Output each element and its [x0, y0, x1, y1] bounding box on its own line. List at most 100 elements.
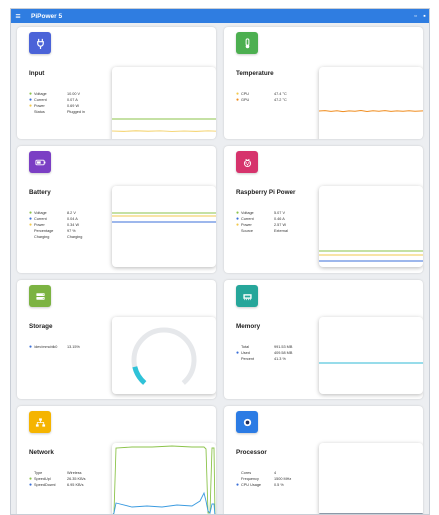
stat-label: Current [241, 217, 254, 221]
stat-label: Type [34, 471, 43, 475]
stat-value: 0.04 A [67, 217, 78, 221]
power-line [112, 130, 216, 132]
stat-label: Status [34, 110, 45, 114]
stat-value: Charging [67, 235, 83, 239]
gauge-track [131, 327, 197, 385]
input-stats: ● Voltage 10.00 V ● Current 0.07 A ● Pow… [29, 91, 107, 115]
stat-value: 1500 MHz [274, 477, 292, 481]
stat-value: 4 [274, 471, 277, 475]
memory-row-percent: Percent 41.3 % [236, 356, 314, 362]
memory-stats: Total 991.53 MB ● Used 409.58 MB Percent… [236, 344, 314, 362]
stat-value: 0.46 A [274, 217, 285, 221]
raspberry-icon [236, 151, 258, 173]
rpi-power-graph [319, 186, 423, 267]
app-title: PiPower 5 [31, 12, 63, 20]
stat-value: 991.53 MB [274, 345, 293, 349]
stat-label: Power [241, 223, 252, 227]
stat-label: Frequency [241, 477, 259, 481]
title-bar: ≡ PiPower 5 ▫ ▪ [11, 9, 429, 23]
battery-graph [112, 186, 216, 267]
stat-label: SpeedDownl [34, 483, 56, 487]
stat-value: 6.95 KB/s [67, 483, 84, 487]
input-title: Input [29, 70, 45, 77]
window-close-icon[interactable]: ▪ [420, 9, 429, 23]
gpu-temp-line [319, 109, 423, 113]
processor-card: Processor Cores 4 Frequency 1500 MHz ● C… [224, 406, 423, 514]
stat-value: 26.35 KB/s [67, 477, 86, 481]
network-card: Network Type Wireless ● SpeedUpl 26.35 K… [17, 406, 216, 514]
battery-row-charging: Charging Charging [29, 234, 107, 240]
download-line [112, 491, 216, 514]
temperature-row-gpu: ● GPU 47.2 °C [236, 97, 314, 103]
stat-label: Used [241, 351, 250, 355]
input-card: Input ● Voltage 10.00 V ● Current 0.07 A… [17, 27, 216, 139]
rpi-row-source: Source External [236, 228, 314, 234]
stat-label: Voltage [34, 211, 47, 215]
stat-value: 409.58 MB [274, 351, 293, 355]
stat-label: Percent [241, 357, 255, 361]
stat-value: 47.2 °C [274, 98, 287, 102]
menu-icon[interactable]: ≡ [11, 9, 25, 23]
memory-graph [319, 317, 423, 394]
stat-value: 0.07 A [67, 98, 78, 102]
memory-card: Memory Total 991.53 MB ● Used 409.58 MB … [224, 280, 423, 399]
processor-graph [319, 443, 423, 514]
stat-label: Cores [241, 471, 252, 475]
storage-row-mmcblk0: ● /dev/mmcblk0 13.15% [29, 344, 107, 350]
stat-value: 41.3 % [274, 357, 286, 361]
temperature-card: Temperature ● CPU 47.4 °C ● GPU 47.2 °C [224, 27, 423, 139]
stat-value: 8.2 V [67, 211, 76, 215]
storage-gauge [112, 317, 216, 394]
network-graph [112, 443, 216, 514]
storage-stats: ● /dev/mmcblk0 13.15% [29, 344, 107, 350]
stat-label: Current [34, 217, 47, 221]
stat-label: CPU [241, 92, 250, 96]
processor-stats: Cores 4 Frequency 1500 MHz ● CPU Usage 0… [236, 470, 314, 488]
processor-row-usage: ● CPU Usage 0.5 % [236, 482, 314, 488]
input-row-status: Status Plugged in [29, 109, 107, 115]
cpu-icon [236, 411, 258, 433]
storage-card: Storage ● /dev/mmcblk0 13.15% [17, 280, 216, 399]
temperature-stats: ● CPU 47.4 °C ● GPU 47.2 °C [236, 91, 314, 103]
network-title: Network [29, 449, 54, 456]
rpi-power-stats: ● Voltage 5.07 V ● Current 0.46 A ● Powe… [236, 210, 314, 234]
stat-label: /dev/mmcblk0 [34, 345, 58, 349]
stat-value: External [274, 229, 288, 233]
temperature-title: Temperature [236, 70, 274, 77]
stat-value: 0.34 W [67, 223, 80, 227]
stat-label: Voltage [34, 92, 47, 96]
stat-label: GPU [241, 98, 250, 102]
thermometer-icon [236, 32, 258, 54]
stat-value: Wireless [67, 471, 82, 475]
network-stats: Type Wireless ● SpeedUpl 26.35 KB/s ● Sp… [29, 470, 107, 488]
stat-value: 10.00 V [67, 92, 81, 96]
stat-label: Power [34, 104, 45, 108]
stat-label: CPU Usage [241, 483, 262, 487]
rpi-power-title: Raspberry Pi Power [236, 189, 296, 196]
plug-icon [29, 32, 51, 54]
stat-label: Current [34, 98, 47, 102]
stat-label: Source [241, 229, 254, 233]
temperature-graph [319, 67, 423, 139]
stat-label: Voltage [241, 211, 254, 215]
storage-icon [29, 285, 51, 307]
stat-value: 2.57 W [274, 223, 287, 227]
processor-title: Processor [236, 449, 267, 456]
input-graph [112, 67, 216, 139]
stat-label: SpeedUpl [34, 477, 51, 481]
stat-label: Charging [34, 235, 50, 239]
stat-value: 0.69 W [67, 104, 80, 108]
memory-title: Memory [236, 323, 261, 330]
stat-value: Plugged in [67, 110, 85, 114]
battery-stats: ● Voltage 8.2 V ● Current 0.04 A ● Power… [29, 210, 107, 240]
memory-icon [236, 285, 258, 307]
stat-value: 97 % [67, 229, 76, 233]
window-restore-icon[interactable]: ▫ [411, 9, 420, 23]
rpi-power-card: Raspberry Pi Power ● Voltage 5.07 V ● Cu… [224, 146, 423, 273]
network-icon [29, 411, 51, 433]
stat-label: Percentage [34, 229, 54, 233]
stat-value: 0.5 % [274, 483, 284, 487]
battery-card: Battery ● Voltage 8.2 V ● Current 0.04 A… [17, 146, 216, 273]
upload-line [112, 445, 216, 514]
stat-value: 5.07 V [274, 211, 285, 215]
